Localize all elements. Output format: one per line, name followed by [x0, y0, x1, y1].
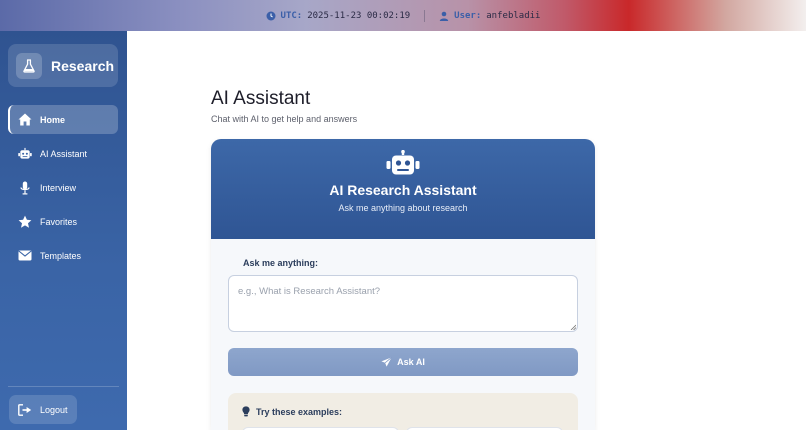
sidebar-item-label: Favorites — [40, 216, 78, 227]
user-label: User: — [454, 10, 482, 21]
question-input[interactable] — [228, 275, 578, 332]
flask-icon — [16, 52, 42, 79]
top-status-bar: UTC: 2025-11-23 00:02:19 User: anfebladi… — [0, 0, 806, 31]
ask-ai-button[interactable]: Ask AI — [228, 348, 578, 376]
clock-icon — [266, 11, 276, 20]
topbar-divider — [424, 9, 426, 22]
envelope-icon — [18, 249, 32, 263]
sidebar-item-ai-assistant[interactable]: AI Assistant — [8, 139, 118, 168]
sidebar-divider — [8, 386, 119, 387]
assistant-card-subtitle: Ask me anything about research — [338, 203, 468, 213]
assistant-card-title: AI Research Assistant — [329, 182, 477, 198]
star-icon — [18, 215, 32, 229]
brand[interactable]: Research — [8, 44, 118, 87]
sidebar-item-label: Interview — [40, 182, 77, 193]
examples-title: Try these examples: — [256, 406, 343, 417]
user-icon — [439, 11, 449, 21]
brand-title: Research — [51, 57, 115, 74]
page-title: AI Assistant — [211, 88, 311, 109]
logout-label: Logout — [40, 404, 68, 415]
home-icon — [18, 113, 32, 127]
current-user: User: anfebladii — [439, 11, 540, 21]
page-subtitle: Chat with AI to get help and answers — [211, 114, 358, 124]
logout-icon — [18, 403, 32, 417]
sidebar: Research Home AI Assistant Interview Fav… — [0, 31, 127, 430]
ask-ai-label: Ask AI — [397, 357, 425, 367]
sidebar-item-label: AI Assistant — [40, 148, 88, 159]
user-value: anfebladii — [486, 10, 541, 21]
sidebar-nav: Home AI Assistant Interview Favorites Te… — [8, 105, 118, 275]
sidebar-item-label: Home — [40, 114, 66, 125]
examples-heading: Try these examples: — [242, 406, 342, 417]
microphone-icon — [18, 181, 32, 195]
examples-panel: Try these examples: — [228, 393, 578, 430]
send-icon — [381, 357, 393, 367]
sidebar-item-label: Templates — [40, 250, 82, 261]
resize-handle-icon[interactable] — [570, 324, 576, 330]
assistant-card: AI Research Assistant Ask me anything ab… — [211, 139, 595, 430]
sidebar-item-home[interactable]: Home — [8, 105, 118, 134]
robot-icon — [386, 150, 420, 175]
utc-label: UTC: — [280, 10, 303, 21]
sidebar-item-interview[interactable]: Interview — [8, 173, 118, 202]
assistant-card-header: AI Research Assistant Ask me anything ab… — [211, 139, 595, 239]
sidebar-item-favorites[interactable]: Favorites — [8, 207, 118, 236]
sidebar-item-templates[interactable]: Templates — [8, 241, 118, 270]
robot-icon — [18, 147, 32, 161]
logout-button[interactable]: Logout — [9, 395, 77, 424]
utc-value: 2025-11-23 00:02:19 — [307, 10, 411, 21]
utc-clock: UTC: 2025-11-23 00:02:19 — [266, 10, 411, 21]
lightbulb-icon — [242, 406, 250, 417]
question-label: Ask me anything: — [243, 258, 319, 268]
